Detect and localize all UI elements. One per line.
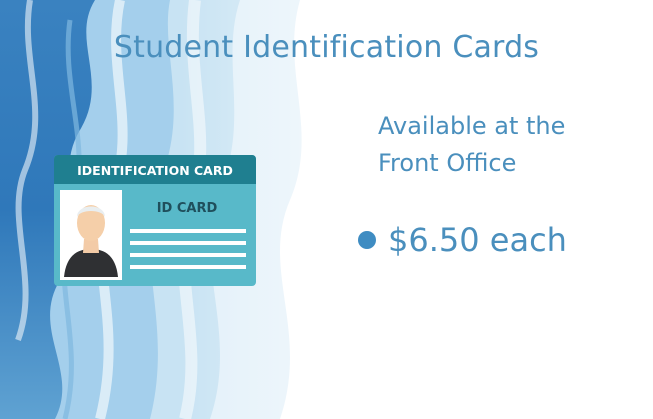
id-card-header-text: IDENTIFICATION CARD [77,163,233,178]
availability-line-1: Available at the [378,112,566,140]
price-text: $6.50 each [388,221,567,259]
availability-text: Available at the Front Office [378,108,638,182]
slide: Student Identification Cards Available a… [0,0,653,419]
price-bullet-item: $6.50 each [358,218,567,262]
bullet-dot-icon [358,231,376,249]
availability-line-2: Front Office [378,149,517,177]
id-card-label: ID CARD [157,201,218,216]
id-card-illustration: IDENTIFICATION CARD ID CARD [54,155,256,286]
slide-title: Student Identification Cards [113,30,540,65]
